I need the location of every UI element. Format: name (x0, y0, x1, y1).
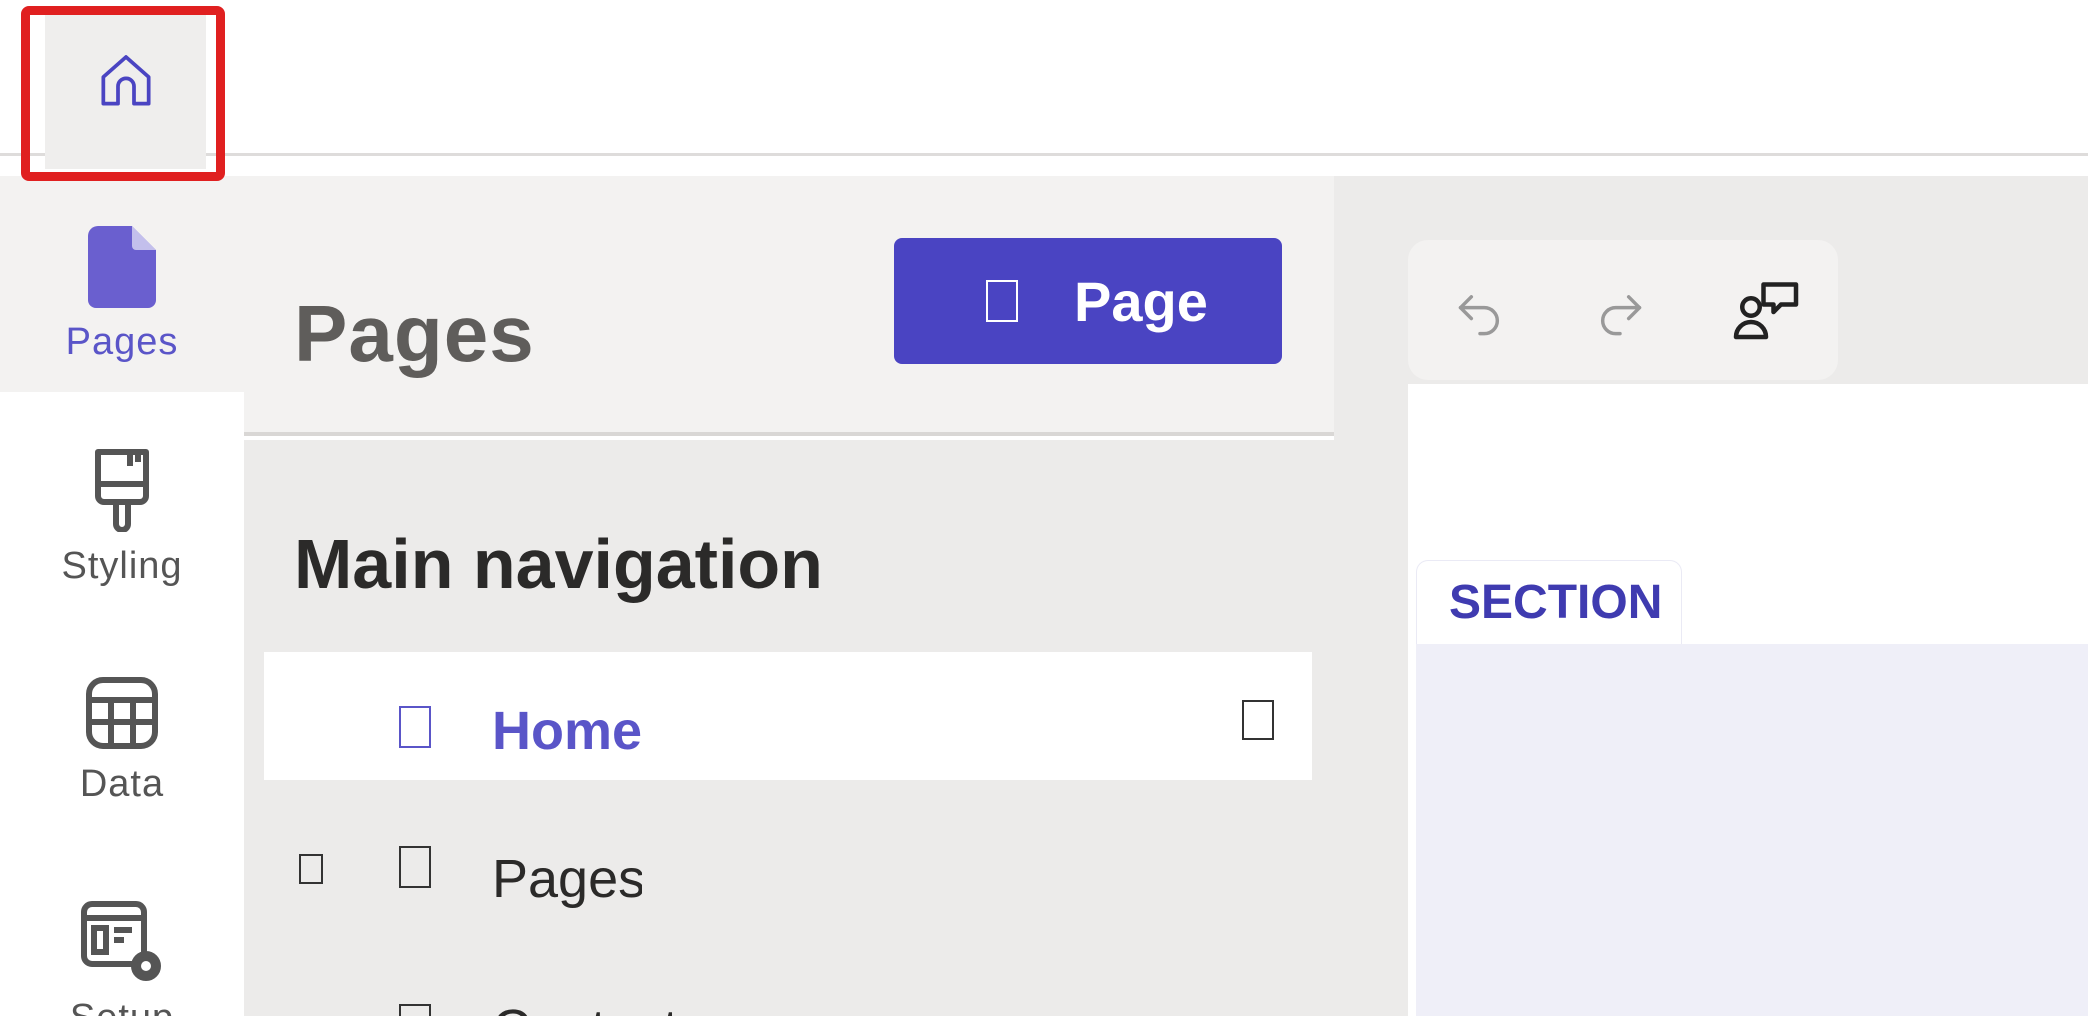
rail-label-styling: Styling (61, 545, 183, 587)
add-page-button[interactable]: Page (894, 238, 1282, 364)
expand-icon[interactable] (299, 854, 323, 884)
paintbrush-icon (90, 448, 154, 537)
page-type-icon (399, 1004, 431, 1016)
editor-area: SECTION (1334, 176, 2088, 1016)
page-title: Pages (294, 289, 535, 378)
nav-item-pages[interactable]: Pages (264, 804, 1312, 932)
home-icon (94, 49, 158, 118)
rail-item-data[interactable]: Data (0, 676, 244, 876)
rail-item-styling[interactable]: Styling (0, 448, 244, 648)
section-title: Main navigation (294, 525, 823, 603)
section-block[interactable] (1416, 644, 2088, 1016)
undo-icon (1454, 286, 1506, 343)
plus-icon (986, 280, 1018, 322)
nav-item-contact[interactable]: Contact (264, 948, 1312, 1016)
home-button[interactable] (45, 13, 206, 169)
page-options-icon[interactable] (1242, 700, 1274, 740)
nav-item-home[interactable]: Home (264, 652, 1312, 780)
pages-panel-header: Pages Page (244, 176, 1334, 436)
section-tag[interactable]: SECTION (1416, 560, 1682, 644)
rail-item-pages[interactable]: Pages (0, 176, 244, 392)
rail-label-data: Data (79, 763, 165, 805)
redo-button[interactable] (1590, 284, 1650, 344)
top-bar (0, 0, 2088, 156)
rail-label-setup: Setup (70, 997, 174, 1016)
nav-item-label: Contact (492, 998, 678, 1016)
rail-item-setup[interactable]: Setup (0, 900, 244, 1016)
redo-icon (1594, 286, 1646, 343)
add-page-label: Page (1074, 269, 1208, 333)
side-rail: Pages Styling Data Setup (0, 176, 244, 1016)
folder-icon (399, 846, 431, 888)
rail-label-pages: Pages (65, 321, 179, 363)
comments-button[interactable] (1730, 278, 1802, 350)
editor-toolbar (1408, 240, 1838, 380)
settings-window-icon (80, 900, 164, 989)
page-icon (88, 226, 156, 313)
undo-button[interactable] (1450, 284, 1510, 344)
page-type-icon (399, 706, 431, 748)
nav-item-label: Home (492, 701, 643, 761)
comments-icon (1731, 277, 1801, 352)
pages-panel-body: Main navigation Home Pages Contact (244, 440, 1334, 1016)
page-canvas[interactable]: SECTION (1408, 384, 2088, 1016)
table-icon (85, 676, 159, 755)
nav-item-label: Pages (492, 849, 642, 909)
